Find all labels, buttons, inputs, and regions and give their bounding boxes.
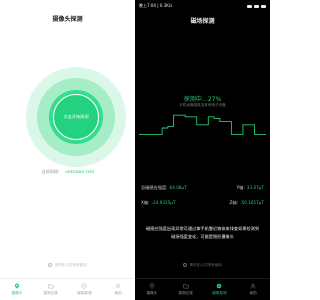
y-reading: Y轴: 33.07μT	[237, 185, 264, 191]
page-title: 磁场探测	[190, 18, 215, 25]
tab-label: 磁场探测	[212, 291, 227, 295]
x-reading: X轴: -24.9325μT	[141, 200, 176, 206]
usage-hint: 请勿在公共场所使用	[0, 263, 135, 268]
tab-label: 磁场探测	[77, 291, 92, 295]
x-value: -24.9325μT	[151, 200, 176, 205]
info-icon	[48, 263, 53, 267]
network-value: unknown ssid	[65, 169, 94, 174]
start-detect-button[interactable]: 点击开始探测	[53, 94, 99, 140]
network-label: 当前网络：	[41, 169, 63, 174]
total-value: 64.08μT	[169, 185, 187, 190]
z-value: -50.1657μT	[239, 200, 264, 205]
z-reading: Z轴: -50.1657μT	[229, 200, 264, 206]
folder-icon	[47, 284, 54, 289]
detect-progress: 探测中…27%	[183, 96, 222, 103]
user-icon	[250, 283, 256, 289]
status-time: 晚上7:04 | 0.3K/s	[139, 3, 173, 8]
y-value: 33.07μT	[246, 185, 264, 190]
magnetic-detect-screen: 晚上7:04 | 0.3K/s 磁场探测 探测中…27% 手机远离磁铁及其他电子…	[135, 0, 270, 300]
tab-label: 我的	[114, 291, 122, 295]
tab-magnetic[interactable]: 磁场探测	[203, 279, 237, 300]
bottom-tab-bar: 摄像头 探测记录 磁场探测 我的	[0, 278, 135, 300]
wifi-icon	[254, 4, 259, 8]
usage-hint-text: 请勿在公共场所使用	[189, 263, 222, 267]
info-icon	[183, 263, 188, 267]
compass-icon	[217, 283, 222, 289]
readings-row: X轴: -24.9325μT Z轴: -50.1657μT	[141, 200, 264, 206]
location-pin-icon	[14, 283, 19, 289]
folder-icon	[182, 284, 189, 289]
start-detect-label: 点击开始探测	[63, 114, 89, 119]
readings-row: 总磁感应强度: 64.08μT Y轴: 33.07μT	[141, 185, 264, 191]
tab-records[interactable]: 探测记录	[169, 279, 203, 300]
tab-label: 我的	[249, 291, 257, 295]
tab-label: 摄像头	[146, 291, 158, 295]
tab-label: 摄像头	[11, 291, 23, 295]
tab-camera[interactable]: 摄像头	[0, 279, 34, 300]
bottom-tab-bar: 摄像头 探测记录 磁场探测 我的	[135, 278, 270, 300]
tab-mine[interactable]: 我的	[236, 279, 270, 300]
total-reading: 总磁感应强度: 64.08μT	[141, 185, 187, 191]
network-info: 当前网络： unknown ssid	[0, 169, 135, 175]
status-icons	[247, 4, 266, 8]
z-label: Z轴:	[229, 200, 238, 205]
waveform-line	[139, 114, 266, 135]
location-pin-icon	[149, 283, 155, 289]
total-label: 总磁感应强度:	[141, 185, 168, 190]
battery-icon	[261, 4, 266, 8]
y-label: Y轴:	[236, 185, 245, 190]
x-label: X轴:	[141, 200, 150, 205]
tab-mine[interactable]: 我的	[101, 279, 135, 300]
warning-text: 磁感应强度出现异常可通过拿手机靠近物体来排查如果检测到磁场强度变化，可能是隐形摄…	[145, 226, 260, 239]
radar-outer-ring: 点击开始探测	[26, 67, 126, 167]
tab-camera[interactable]: 摄像头	[135, 279, 169, 300]
compass-icon	[81, 283, 87, 289]
tab-label: 探测记录	[43, 291, 58, 295]
tab-records[interactable]: 探测记录	[34, 279, 68, 300]
tab-label: 探测记录	[178, 291, 193, 295]
camera-detect-screen: 摄像头探测 点击开始探测 当前网络： unknown ssid 请勿在公共场所使用…	[0, 0, 135, 300]
tab-magnetic[interactable]: 磁场探测	[68, 279, 102, 300]
usage-hint: 请勿在公共场所使用	[135, 263, 270, 268]
page-title: 摄像头探测	[52, 16, 83, 23]
signal-icon	[247, 4, 252, 8]
user-icon	[115, 283, 121, 289]
magnetic-waveform	[139, 114, 266, 135]
status-bar: 晚上7:04 | 0.3K/s	[139, 2, 266, 10]
readings-panel: 总磁感应强度: 64.08μT Y轴: 33.07μT X轴: -24.9325…	[141, 185, 264, 215]
usage-hint-text: 请勿在公共场所使用	[54, 263, 87, 267]
